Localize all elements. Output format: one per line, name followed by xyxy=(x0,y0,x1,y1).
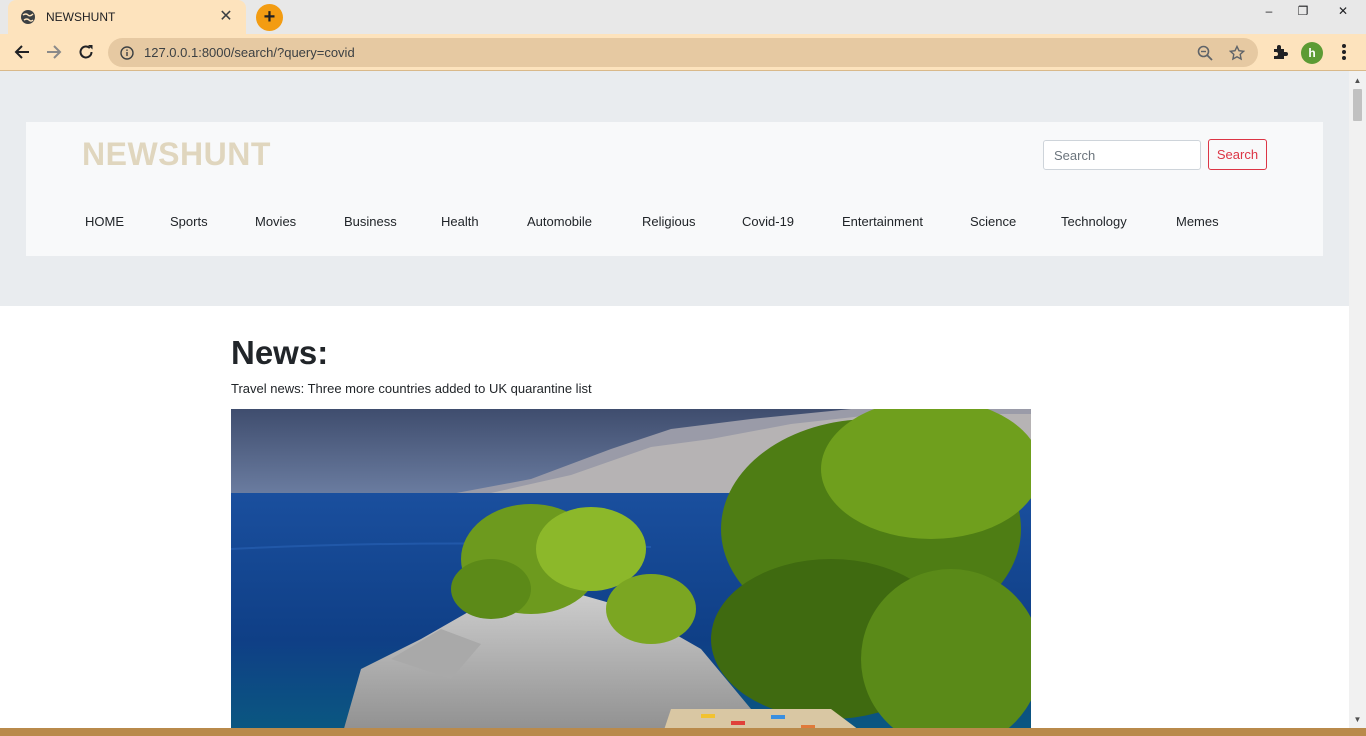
news-content: News: Travel news: Three more countries … xyxy=(231,333,1031,728)
page-viewport: NEWSHUNT Search HOME Sports Movies Busin… xyxy=(0,71,1349,728)
menu-item-entertainment[interactable]: Entertainment xyxy=(842,214,923,229)
bookmark-star-icon[interactable] xyxy=(1228,44,1246,62)
restore-button[interactable]: ❐ xyxy=(1286,0,1320,22)
info-icon[interactable] xyxy=(120,45,134,60)
new-tab-button[interactable]: + xyxy=(256,4,283,31)
menu-item-business[interactable]: Business xyxy=(344,214,397,229)
address-bar[interactable]: 127.0.0.1:8000/search/?query=covid xyxy=(108,38,1258,67)
menu-item-health[interactable]: Health xyxy=(441,214,479,229)
reload-icon[interactable] xyxy=(74,40,98,64)
browser-toolbar: 127.0.0.1:8000/search/?query=covid h xyxy=(0,34,1366,71)
scroll-down-arrow-icon[interactable]: ▼ xyxy=(1349,712,1366,726)
search-button[interactable]: Search xyxy=(1208,139,1267,170)
menu-item-home[interactable]: HOME xyxy=(85,214,124,229)
scroll-up-arrow-icon[interactable]: ▲ xyxy=(1349,73,1366,87)
url-text: 127.0.0.1:8000/search/?query=covid xyxy=(144,45,355,60)
menu-item-covid-19[interactable]: Covid-19 xyxy=(742,214,794,229)
menu-kebab-icon[interactable] xyxy=(1334,42,1354,62)
navbar: NEWSHUNT Search HOME Sports Movies Busin… xyxy=(26,122,1323,256)
extensions-puzzle-icon[interactable] xyxy=(1270,42,1290,62)
zoom-icon[interactable] xyxy=(1196,44,1214,62)
search-input[interactable] xyxy=(1043,140,1201,170)
globe-icon xyxy=(20,9,36,25)
news-headline[interactable]: Travel news: Three more countries added … xyxy=(231,381,1031,397)
browser-tab[interactable]: NEWSHUNT ✕ xyxy=(8,0,246,34)
menu-item-sports[interactable]: Sports xyxy=(170,214,208,229)
tab-title: NEWSHUNT xyxy=(46,10,116,24)
vertical-scrollbar[interactable]: ▲ ▼ xyxy=(1349,71,1366,728)
menu-item-movies[interactable]: Movies xyxy=(255,214,296,229)
close-tab-icon[interactable]: ✕ xyxy=(218,9,234,25)
news-heading: News: xyxy=(231,334,329,371)
back-arrow-icon[interactable] xyxy=(10,40,34,64)
menu-item-religious[interactable]: Religious xyxy=(642,214,695,229)
scroll-thumb[interactable] xyxy=(1353,89,1362,121)
os-taskbar xyxy=(0,728,1366,736)
news-image[interactable] xyxy=(231,409,1031,728)
minimize-button[interactable]: – xyxy=(1252,0,1286,22)
menu-item-memes[interactable]: Memes xyxy=(1176,214,1219,229)
window-controls: – ❐ ✕ xyxy=(1252,0,1366,22)
menu-item-science[interactable]: Science xyxy=(970,214,1016,229)
site-header: NEWSHUNT Search HOME Sports Movies Busin… xyxy=(0,71,1349,306)
window-close-button[interactable]: ✕ xyxy=(1320,0,1366,22)
forward-arrow-icon[interactable] xyxy=(42,40,66,64)
profile-avatar[interactable]: h xyxy=(1301,42,1323,64)
menu-item-technology[interactable]: Technology xyxy=(1061,214,1127,229)
category-menu: HOME Sports Movies Business Health Autom… xyxy=(26,214,1323,234)
menu-item-automobile[interactable]: Automobile xyxy=(527,214,592,229)
site-logo[interactable]: NEWSHUNT xyxy=(82,136,271,173)
browser-tab-strip: NEWSHUNT ✕ + – ❐ ✕ xyxy=(0,0,1366,34)
